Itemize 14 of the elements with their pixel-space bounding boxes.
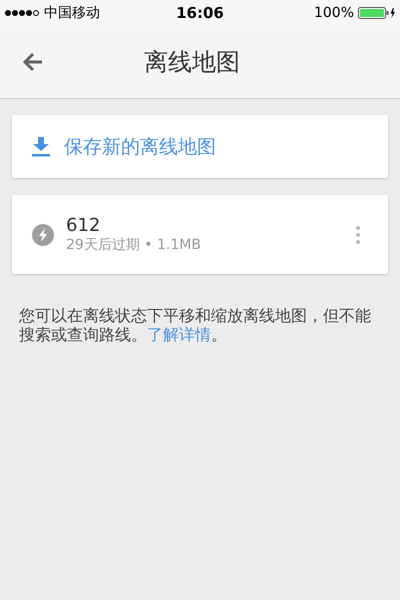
- map-card[interactable]: 612 29天后过期 • 1.1MB: [12, 195, 388, 274]
- lightning-icon: [32, 224, 54, 246]
- battery-icon: [358, 7, 396, 19]
- learn-more-link[interactable]: 了解详情: [147, 325, 211, 344]
- signal-icon: [4, 9, 40, 17]
- page-title: 离线地图: [144, 47, 240, 78]
- map-name: 612: [66, 215, 102, 236]
- download-icon: [32, 136, 50, 156]
- carrier-name: 中国移动: [44, 4, 100, 22]
- info-text: 您可以在离线状态下平移和缩放离线地图，但不能搜索或查询路线。了解详情。: [19, 306, 372, 344]
- status-time: 16:06: [176, 4, 224, 22]
- save-map-button[interactable]: 保存新的离线地图: [12, 115, 388, 178]
- battery-percent: 100%: [314, 5, 354, 21]
- map-details: 29天后过期 • 1.1MB: [66, 236, 202, 254]
